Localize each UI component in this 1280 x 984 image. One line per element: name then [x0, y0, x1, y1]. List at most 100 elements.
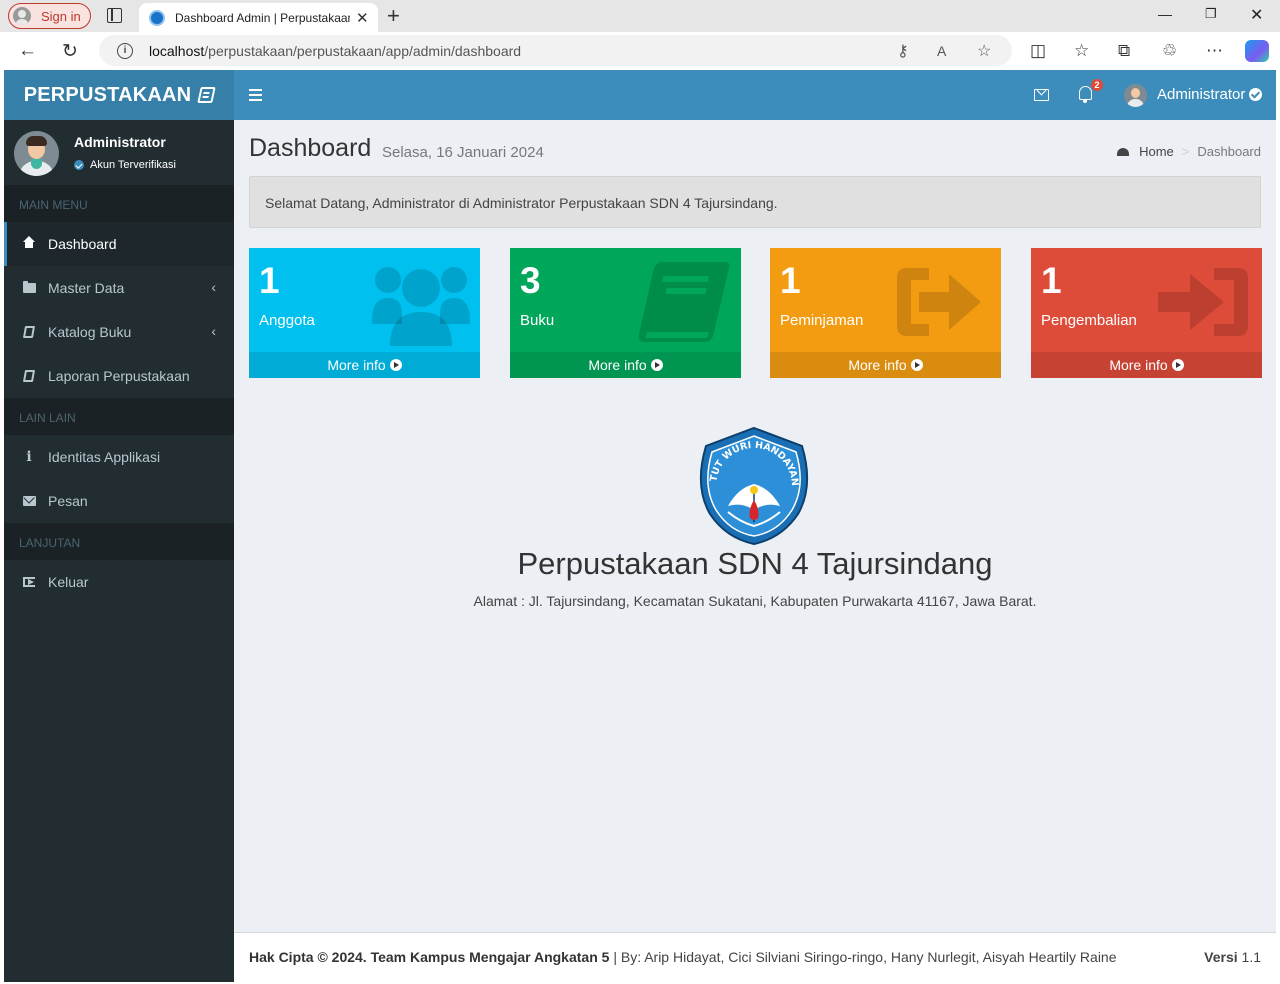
- footer-version: Versi 1.1: [1204, 949, 1261, 965]
- tab-title: Dashboard Admin | Perpustakaan: [175, 10, 350, 25]
- tab-actions-icon[interactable]: [107, 8, 122, 23]
- arrow-circle-right-icon: [650, 359, 663, 371]
- sidebar-item-katalog-buku[interactable]: Katalog Buku ‹: [4, 310, 234, 354]
- messages-icon[interactable]: [1034, 89, 1049, 101]
- stat-box-buku: 3 Buku More info: [510, 248, 741, 378]
- browser-toolbar: ← ↻ i localhost/perpustakaan/perpustakaa…: [0, 32, 1280, 70]
- new-tab-icon[interactable]: +: [387, 3, 400, 29]
- browser-tab-bar: Sign in Dashboard Admin | Perpustakaan ✕…: [0, 0, 1280, 32]
- menu-toggle-icon[interactable]: [249, 89, 262, 101]
- site-info-icon[interactable]: i: [117, 42, 133, 59]
- browser-tab[interactable]: Dashboard Admin | Perpustakaan ✕: [139, 3, 378, 32]
- more-info-link[interactable]: More info: [249, 352, 480, 378]
- minimize-icon[interactable]: —: [1158, 6, 1172, 22]
- stat-label: Buku: [520, 312, 555, 329]
- restore-icon[interactable]: ❐: [1205, 6, 1217, 22]
- chevron-left-icon: ‹: [211, 279, 216, 295]
- menu-header-lanjutan: LANJUTAN: [4, 523, 234, 560]
- verified-icon: [74, 160, 84, 170]
- breadcrumb: Home > Dashboard: [1117, 144, 1261, 159]
- app-logo[interactable]: PERPUSTAKAAN: [4, 70, 234, 120]
- close-window-icon[interactable]: ✕: [1250, 5, 1263, 25]
- tut-wuri-handayani-logo: TUT WURI HANDAYANI: [694, 426, 809, 546]
- book-icon: [197, 87, 216, 103]
- stat-box-pengembalian: 1 Pengembalian More info: [1031, 248, 1262, 378]
- stat-label: Pengembalian: [1041, 312, 1137, 329]
- favorites-icon[interactable]: ☆: [1074, 41, 1089, 61]
- back-icon[interactable]: ←: [18, 40, 37, 62]
- check-circle-icon: [1249, 88, 1263, 101]
- menu-header-main: MAIN MENU: [4, 185, 234, 222]
- stat-count: 1: [259, 260, 280, 301]
- arrow-circle-right-icon: [910, 359, 923, 371]
- sign-in-label: Sign in: [41, 8, 81, 24]
- user-status: Akun Terverifikasi: [74, 159, 176, 171]
- profile-icon: [13, 7, 31, 25]
- page-date: Selasa, 16 Januari 2024: [382, 144, 544, 161]
- sign-out-icon: [897, 268, 981, 336]
- breadcrumb-current: Dashboard: [1197, 144, 1261, 159]
- sign-out-icon: [23, 577, 35, 587]
- refresh-icon[interactable]: ↻: [62, 40, 78, 63]
- site-favicon-icon: [149, 9, 165, 26]
- folder-icon: [22, 281, 36, 293]
- school-name: Perpustakaan SDN 4 Tajursindang: [517, 546, 993, 581]
- stat-box-anggota: 1 Anggota More info: [249, 248, 480, 378]
- users-icon: [372, 267, 470, 346]
- admin-app: PERPUSTAKAAN Administrator Akun Terverif…: [4, 70, 1276, 982]
- more-menu-icon[interactable]: ⋯: [1206, 41, 1223, 61]
- book-icon: [22, 326, 36, 338]
- more-info-link[interactable]: More info: [770, 352, 1001, 378]
- sign-in-button[interactable]: Sign in: [8, 3, 91, 29]
- copilot-icon[interactable]: [1245, 40, 1269, 62]
- read-aloud-icon[interactable]: A: [937, 43, 946, 59]
- stat-box-peminjaman: 1 Peminjaman More info: [770, 248, 1001, 378]
- split-screen-icon[interactable]: ◫: [1030, 41, 1046, 61]
- avatar: [14, 131, 59, 176]
- user-panel: Administrator Akun Terverifikasi: [4, 120, 234, 185]
- url-text: localhost/perpustakaan/perpustakaan/app/…: [149, 42, 522, 59]
- footer-credits: Hak Cipta © 2024. Team Kampus Mengajar A…: [249, 949, 1117, 965]
- stat-label: Peminjaman: [780, 312, 864, 329]
- top-navbar: 2 Administrator: [234, 70, 1276, 120]
- book-icon: [22, 370, 36, 382]
- sidebar-item-identitas[interactable]: i Identitas Applikasi: [4, 435, 234, 479]
- extensions-icon[interactable]: ♲: [1162, 41, 1177, 61]
- envelope-icon: [22, 496, 36, 506]
- user-name: Administrator: [74, 134, 166, 150]
- book-icon: [638, 262, 730, 342]
- page-footer: Hak Cipta © 2024. Team Kampus Mengajar A…: [234, 932, 1276, 982]
- stat-label: Anggota: [259, 312, 315, 329]
- notification-badge: 2: [1091, 79, 1103, 91]
- collections-icon[interactable]: ⧉: [1118, 41, 1130, 61]
- nav-avatar[interactable]: [1124, 84, 1147, 107]
- school-address: Alamat : Jl. Tajursindang, Kecamatan Suk…: [473, 593, 1037, 609]
- close-tab-icon[interactable]: ✕: [356, 9, 369, 27]
- key-icon[interactable]: ⚷: [897, 41, 909, 61]
- sidebar-item-keluar[interactable]: Keluar: [4, 560, 234, 604]
- info-icon: i: [26, 449, 32, 465]
- arrow-circle-right-icon: [1171, 359, 1184, 371]
- page-title: Dashboard: [249, 134, 372, 162]
- sidebar-item-pesan[interactable]: Pesan: [4, 479, 234, 523]
- sidebar-item-dashboard[interactable]: Dashboard: [4, 222, 234, 266]
- dashboard-icon: [1117, 147, 1130, 156]
- more-info-link[interactable]: More info: [510, 352, 741, 378]
- user-menu[interactable]: Administrator: [1157, 86, 1263, 103]
- sign-in-icon: [1158, 268, 1248, 336]
- address-bar[interactable]: i localhost/perpustakaan/perpustakaan/ap…: [99, 35, 1012, 66]
- sidebar-item-laporan[interactable]: Laporan Perpustakaan: [4, 354, 234, 398]
- favorite-star-icon[interactable]: ☆: [977, 41, 991, 61]
- stat-count: 1: [1041, 260, 1062, 301]
- home-icon: [23, 236, 35, 249]
- welcome-callout: Selamat Datang, Administrator di Adminis…: [249, 176, 1261, 228]
- menu-header-lain: LAIN LAIN: [4, 398, 234, 435]
- bell-icon[interactable]: [1079, 86, 1092, 103]
- breadcrumb-home[interactable]: Home: [1139, 144, 1174, 159]
- sidebar-item-master-data[interactable]: Master Data ‹: [4, 266, 234, 310]
- arrow-circle-right-icon: [389, 359, 402, 371]
- chevron-left-icon: ‹: [211, 323, 216, 339]
- stat-count: 1: [780, 260, 801, 301]
- stat-count: 3: [520, 260, 541, 301]
- more-info-link[interactable]: More info: [1031, 352, 1262, 378]
